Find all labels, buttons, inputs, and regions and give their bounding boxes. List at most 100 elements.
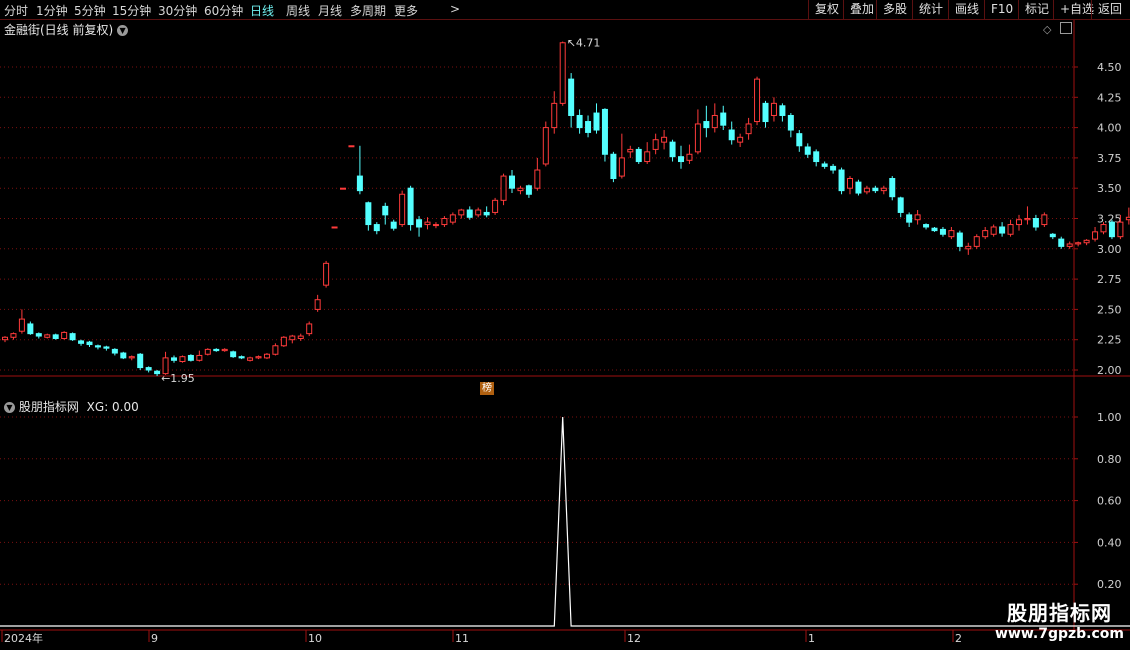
candle-body bbox=[432, 224, 439, 227]
candle-body bbox=[762, 102, 769, 123]
candle-body bbox=[601, 108, 608, 155]
candle-body bbox=[517, 187, 524, 192]
candle-body bbox=[382, 205, 389, 216]
candle-body bbox=[661, 136, 668, 143]
candle-body bbox=[939, 228, 946, 235]
candle-body bbox=[10, 333, 17, 338]
candle-body bbox=[238, 356, 245, 359]
tab-period-6[interactable]: 日线 bbox=[250, 2, 274, 19]
candle-body bbox=[221, 348, 228, 352]
candle-body bbox=[61, 331, 68, 339]
candle-body bbox=[855, 181, 862, 194]
candle-body bbox=[458, 209, 465, 216]
tab-period-9[interactable]: 多周期 bbox=[350, 2, 386, 19]
indicator-tick-label: 0.80 bbox=[1097, 453, 1122, 466]
candle-body bbox=[1117, 221, 1124, 238]
toolbar-button-4[interactable]: 画线 bbox=[948, 0, 985, 19]
toolbar-button-5[interactable]: F10 bbox=[984, 0, 1019, 19]
tab-period-2[interactable]: 5分钟 bbox=[74, 2, 106, 19]
candle-body bbox=[314, 299, 321, 310]
candle-body bbox=[247, 357, 254, 361]
x-axis-label: 12 bbox=[627, 632, 641, 645]
candle-body bbox=[880, 187, 887, 192]
candle-body bbox=[889, 178, 896, 198]
tab-period-10[interactable]: 更多 bbox=[394, 2, 418, 19]
candle-body bbox=[18, 318, 25, 332]
candle-body bbox=[1100, 224, 1107, 233]
x-axis-label: 11 bbox=[455, 632, 469, 645]
chevron-right-icon[interactable]: > bbox=[450, 2, 460, 16]
candle-body bbox=[86, 341, 93, 346]
candle-body bbox=[838, 169, 845, 192]
candle-body bbox=[483, 211, 490, 216]
tab-period-1[interactable]: 1分钟 bbox=[36, 2, 68, 19]
candle-body bbox=[585, 121, 592, 133]
candle-body bbox=[610, 153, 617, 180]
candle-body bbox=[103, 346, 110, 349]
candle-body bbox=[745, 123, 752, 135]
candle-body bbox=[2, 336, 8, 341]
candle-body bbox=[171, 357, 177, 361]
high-label: ↖4.71 bbox=[567, 37, 601, 50]
toolbar-button-3[interactable]: 统计 bbox=[912, 0, 949, 19]
candle-body bbox=[686, 153, 693, 161]
tab-period-7[interactable]: 周线 bbox=[286, 2, 310, 19]
candle-body bbox=[872, 187, 879, 192]
candle-body bbox=[111, 348, 118, 354]
price-tick-label: 4.00 bbox=[1097, 122, 1122, 135]
candle-body bbox=[263, 353, 270, 359]
candle-body bbox=[728, 129, 735, 141]
candle-body bbox=[27, 323, 34, 335]
candle-body bbox=[973, 236, 980, 247]
candle-body bbox=[593, 112, 600, 131]
candle-body bbox=[847, 178, 853, 189]
indicator-tick-label: 0.60 bbox=[1097, 495, 1122, 508]
candle-body bbox=[230, 351, 237, 358]
candle-body bbox=[78, 340, 85, 344]
candle-body bbox=[897, 197, 904, 213]
toolbar-button-6[interactable]: 标记 bbox=[1018, 0, 1055, 19]
candle-body bbox=[179, 356, 186, 363]
candle-body bbox=[475, 209, 482, 216]
candle-body bbox=[923, 224, 930, 228]
candle-body bbox=[770, 102, 777, 116]
candlestick-chart[interactable]: 4.504.254.003.753.503.253.002.752.502.25… bbox=[0, 20, 1130, 650]
candle-body bbox=[813, 151, 820, 163]
price-tick-label: 3.75 bbox=[1097, 152, 1122, 165]
watermark-title: 股朋指标网 bbox=[1006, 601, 1112, 625]
tab-period-8[interactable]: 月线 bbox=[318, 2, 342, 19]
tab-period-0[interactable]: 分时 bbox=[4, 2, 28, 19]
candle-body bbox=[644, 151, 651, 163]
candle-body bbox=[669, 141, 676, 158]
candle-body bbox=[137, 353, 144, 369]
toolbar-button-0[interactable]: 复权 bbox=[808, 0, 845, 19]
candle-body bbox=[399, 193, 406, 226]
candle-body bbox=[542, 127, 549, 165]
candle-body bbox=[914, 214, 921, 221]
candle-body bbox=[289, 335, 296, 341]
candle-body bbox=[323, 262, 330, 286]
candle-body bbox=[272, 345, 279, 355]
candle-body bbox=[154, 370, 161, 375]
candle-body bbox=[44, 334, 51, 338]
rank-badge[interactable]: 榜 bbox=[480, 382, 494, 395]
candle-body bbox=[1083, 239, 1090, 244]
tab-period-5[interactable]: 60分钟 bbox=[204, 2, 243, 19]
candle-body bbox=[1058, 238, 1065, 247]
price-tick-label: 2.00 bbox=[1097, 364, 1122, 377]
tab-period-3[interactable]: 15分钟 bbox=[112, 2, 151, 19]
candle-body bbox=[1108, 221, 1115, 238]
toolbar-button-2[interactable]: 多股 bbox=[876, 0, 913, 19]
candle-body bbox=[754, 78, 761, 123]
candle-body bbox=[365, 202, 372, 226]
candle-body bbox=[863, 187, 870, 193]
toolbar-button-8[interactable]: 返回 bbox=[1091, 0, 1128, 19]
candle-body bbox=[416, 219, 423, 228]
candle-body bbox=[635, 148, 642, 163]
toolbar-button-1[interactable]: 叠加 bbox=[843, 0, 880, 19]
price-tick-label: 4.50 bbox=[1097, 61, 1122, 74]
indicator-tick-label: 1.00 bbox=[1097, 411, 1122, 424]
tab-period-4[interactable]: 30分钟 bbox=[158, 2, 197, 19]
candle-body bbox=[1066, 243, 1073, 247]
candle-body bbox=[1007, 224, 1014, 235]
